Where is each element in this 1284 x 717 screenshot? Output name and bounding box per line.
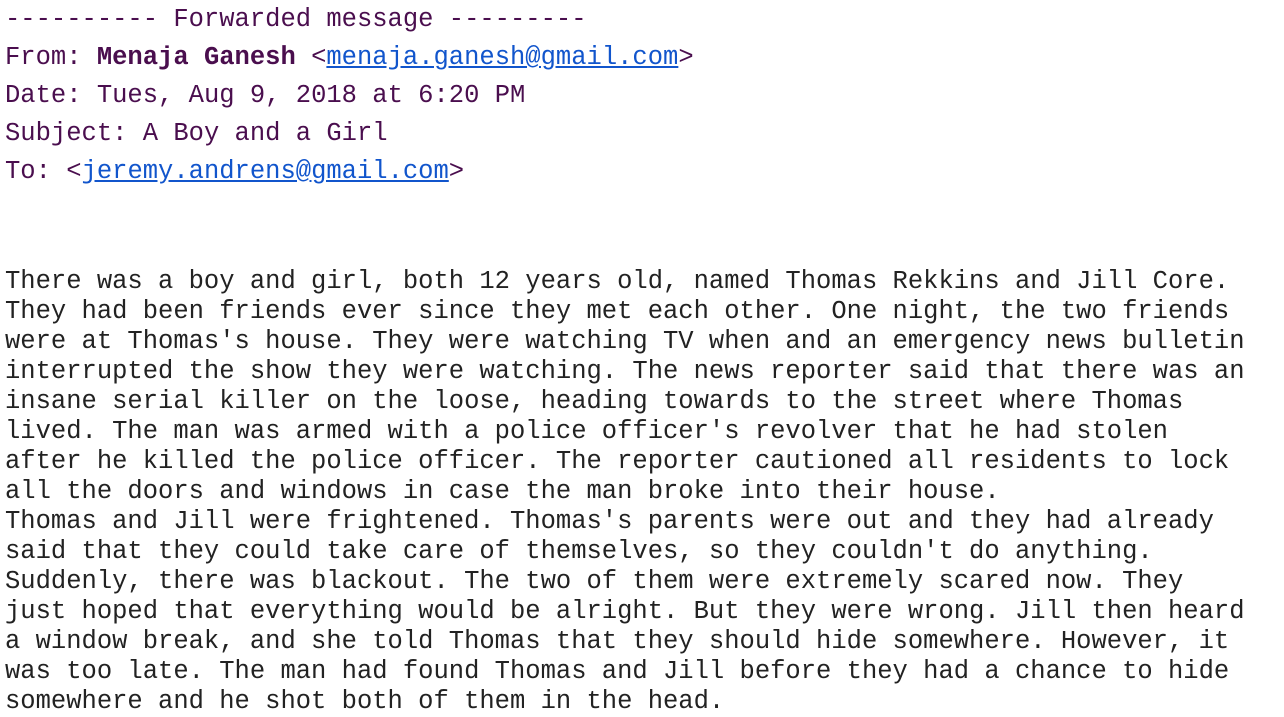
from-row: From: Menaja Ganesh <menaja.ganesh@gmail… (5, 39, 1275, 77)
message-line: after he killed the police officer. The … (5, 447, 1230, 476)
message-line: somewhere and he shot both of them in th… (5, 687, 725, 716)
date-value: Tues, Aug 9, 2018 at 6:20 PM (96, 81, 526, 110)
message-line: lived. The man was armed with a police o… (5, 417, 1168, 446)
recipient-email-link[interactable]: jeremy.andrens@gmail.com (82, 157, 449, 186)
message-line: Suddenly, there was blackout. The two of… (5, 567, 1184, 596)
message-line: all the doors and windows in case the ma… (5, 477, 1000, 506)
subject-label: Subject: (5, 119, 143, 148)
sender-email-link[interactable]: menaja.ganesh@gmail.com (326, 43, 678, 72)
forwarded-message-header: ---------- Forwarded message --------- F… (5, 0, 1275, 191)
subject-value: A Boy and a Girl (142, 119, 388, 148)
subject-row: Subject: A Boy and a Girl (5, 115, 1275, 153)
message-line: They had been friends ever since they me… (5, 297, 1230, 326)
to-row: To: <jeremy.andrens@gmail.com> (5, 153, 1275, 191)
message-line: a window break, and she told Thomas that… (5, 627, 1230, 656)
to-email-open: < (66, 157, 82, 186)
message-line: just hoped that everything would be alri… (5, 597, 1245, 626)
to-email-close: > (448, 157, 465, 186)
sender-name: Menaja Ganesh (96, 43, 296, 72)
message-line: said that they could take care of themse… (5, 537, 1153, 566)
from-label: From: (5, 43, 97, 72)
from-email-close: > (678, 43, 694, 72)
message-line: was too late. The man had found Thomas a… (5, 657, 1230, 686)
forwarded-separator: ---------- Forwarded message --------- (5, 5, 587, 34)
date-label: Date: (5, 81, 97, 110)
from-email-open: < (295, 43, 327, 72)
message-body: There was a boy and girl, both 12 years … (5, 267, 1280, 717)
message-line: Thomas and Jill were frightened. Thomas'… (5, 507, 1214, 536)
message-line: There was a boy and girl, both 12 years … (5, 267, 1230, 296)
message-line: interrupted the show they were watching.… (5, 357, 1245, 386)
to-label: To: (5, 157, 67, 186)
message-line: were at Thomas's house. They were watchi… (5, 327, 1245, 356)
date-row: Date: Tues, Aug 9, 2018 at 6:20 PM (5, 77, 1275, 115)
message-line: insane serial killer on the loose, headi… (5, 387, 1184, 416)
